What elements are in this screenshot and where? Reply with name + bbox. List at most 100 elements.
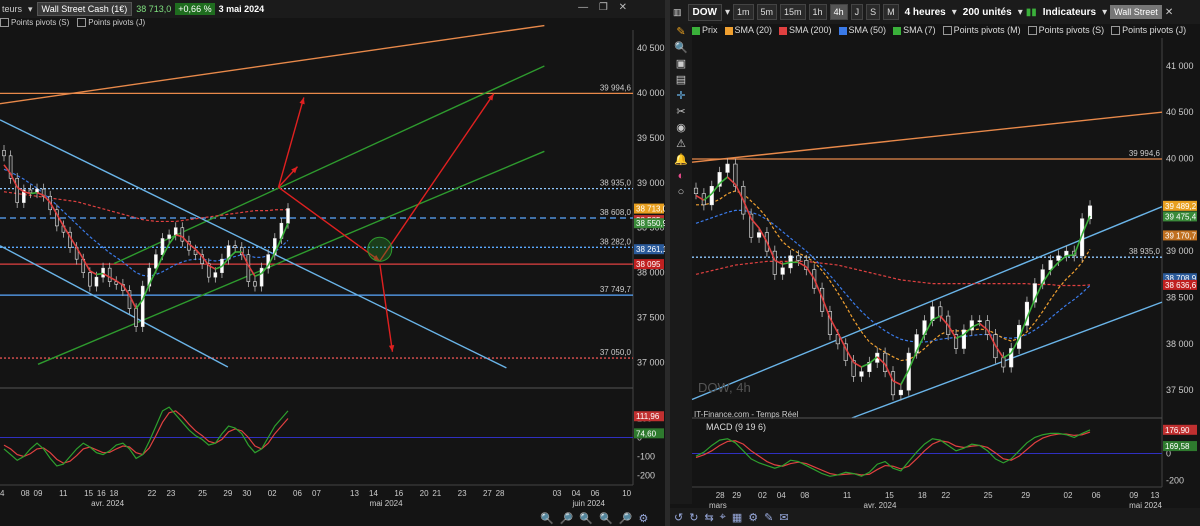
close-icon[interactable]: ✕ [1165, 7, 1173, 18]
window-controls-icon[interactable]: — ❐ ✕ [578, 2, 631, 13]
move-icon[interactable]: ✛ [670, 88, 692, 104]
legend-sma7[interactable]: SMA (7) [893, 25, 936, 38]
tf-j[interactable]: J [850, 4, 864, 20]
symbol-selector[interactable]: DOW [687, 3, 722, 21]
candle-body [961, 329, 966, 349]
legend-sma200[interactable]: SMA (200) [779, 25, 832, 38]
checkbox-icon[interactable] [942, 26, 952, 36]
pencil-icon[interactable]: ✎ [670, 24, 692, 40]
chevron-down-icon[interactable]: ▾ [26, 4, 33, 15]
legend-pivots-j[interactable]: Points pivots (J) [1111, 25, 1186, 38]
bell-icon[interactable]: 🔔 [670, 152, 692, 168]
candle-body [226, 245, 231, 260]
mail-icon[interactable]: ✉ [779, 511, 788, 524]
zoom-price-icon[interactable]: 🔎 [619, 512, 633, 525]
right-bottom-toolbar: ↺ ↻ ⇆ ⌖ ▦ ⚙ ✎ ✉ [670, 508, 1200, 526]
candle-body [914, 334, 919, 354]
sma-fast-segment [711, 183, 721, 195]
candle-body [193, 249, 198, 255]
checkbox-icon[interactable] [0, 18, 9, 28]
right-price-chart[interactable]: 41 000 40 500 40 000 39 500 39 000 38 500 38 0… [670, 0, 1200, 526]
tf-15m[interactable]: 15m [780, 4, 806, 20]
legend-prix[interactable]: Prix [692, 25, 718, 38]
x-tick-label: 09 [34, 489, 43, 498]
indicators-menu[interactable]: Indicateurs [1040, 7, 1099, 18]
undo-icon[interactable]: ↺ [674, 511, 683, 524]
legend-pivots-j[interactable]: Points pivots (J) [77, 18, 145, 30]
period-select[interactable]: 4 heures [902, 7, 949, 18]
tf-1m[interactable]: 1m [733, 4, 754, 20]
legend-pivots-s[interactable]: Points pivots (S) [0, 18, 69, 30]
chevron-down-icon[interactable]: ▾ [1102, 7, 1107, 18]
candle-body [812, 269, 817, 289]
left-price-chart[interactable]: 40 500 40 000 39 500 39 000 38 500 38 000 37 5… [0, 0, 665, 526]
x-tick-label: 15 [885, 491, 894, 500]
sma-fast-segment [241, 251, 250, 266]
x-tick-label: 22 [147, 489, 156, 498]
sma-fast-segment [16, 186, 25, 193]
window-icon[interactable]: ▣ [670, 56, 692, 72]
price-badge [634, 218, 664, 229]
tf-5m[interactable]: 5m [756, 4, 778, 20]
y-tick-label: 40 000 [1166, 153, 1194, 163]
checkbox-icon[interactable] [1111, 26, 1121, 36]
legend-sma20[interactable]: SMA (20) [724, 25, 772, 38]
zoom-fit-icon[interactable]: 🔍 [579, 512, 593, 525]
units-select[interactable]: 200 unités [960, 7, 1015, 18]
legend-pivots-m[interactable]: Points pivots (M) [942, 25, 1021, 38]
indicators-cut-label[interactable]: teurs [0, 4, 22, 14]
zoom-in-icon[interactable]: 🔍 [540, 512, 554, 525]
zoom-out-icon[interactable]: 🔎 [560, 512, 574, 525]
legend-sma50[interactable]: SMA (50) [838, 25, 886, 38]
candle-body [1087, 205, 1093, 220]
circle-icon[interactable]: ○ [670, 184, 692, 200]
legend-pivots-s[interactable]: Points pivots (S) [1027, 25, 1104, 38]
target-icon[interactable]: ◉ [670, 120, 692, 136]
layers-icon[interactable]: ▤ [670, 72, 692, 88]
forecast-arrow [379, 93, 495, 262]
crosshair-icon[interactable]: ⌖ [720, 511, 726, 524]
chevron-down-icon[interactable]: ▾ [725, 7, 730, 18]
x-tick-label: 06 [293, 489, 302, 498]
grid-icon[interactable]: ▦ [732, 511, 742, 524]
instrument-tab[interactable]: Wall Street [1110, 5, 1162, 19]
candles-icon[interactable]: ▮▮ [1026, 7, 1037, 18]
sma-red-line [3, 191, 288, 223]
sma-fast-segment [742, 199, 752, 220]
color-wheel-icon[interactable]: ◐ [670, 168, 692, 184]
sma-fast-segment [884, 363, 894, 382]
sma-200-line [695, 260, 1091, 287]
sma-fast-segment [43, 194, 51, 204]
tools-icon[interactable]: ✂ [670, 104, 692, 120]
warning-icon[interactable]: ⚠ [670, 136, 692, 152]
redo-icon[interactable]: ↻ [689, 511, 698, 524]
candle-body [946, 315, 951, 335]
sma-fast-segment [734, 184, 744, 201]
menu-icon[interactable]: ▥ [670, 4, 685, 20]
sma-fast-segment [837, 332, 847, 349]
tf-4h[interactable]: 4h [829, 4, 848, 20]
search-icon[interactable]: 🔍 [670, 40, 692, 56]
y-tick-label: 41 000 [1166, 61, 1194, 71]
checkbox-icon[interactable] [1027, 26, 1037, 36]
checkbox-icon[interactable] [77, 18, 87, 28]
x-tick-label: 04 [777, 491, 786, 500]
candle-body [35, 188, 39, 193]
chevron-down-icon[interactable]: ▾ [1018, 7, 1023, 18]
settings-icon[interactable]: ⚙ [639, 512, 649, 525]
tf-m[interactable]: M [883, 4, 899, 20]
plot-area [0, 30, 633, 385]
pencil-icon[interactable]: ✎ [764, 511, 773, 524]
sma-blue-line [3, 168, 289, 277]
swap-icon[interactable]: ⇆ [704, 511, 713, 524]
instrument-label[interactable]: Wall Street Cash (1€) [36, 2, 133, 16]
x-tick-label: 02 [1064, 491, 1073, 500]
change-badge: +0,66 % [175, 3, 215, 15]
price-badge-label: 38 550,9 [636, 219, 665, 228]
zoom-time-icon[interactable]: 🔍 [599, 512, 613, 525]
candle-body [953, 334, 959, 349]
tf-s[interactable]: S [866, 4, 881, 20]
chevron-down-icon[interactable]: ▾ [952, 7, 957, 18]
tf-1h[interactable]: 1h [808, 4, 827, 20]
settings-icon[interactable]: ⚙ [748, 511, 758, 524]
